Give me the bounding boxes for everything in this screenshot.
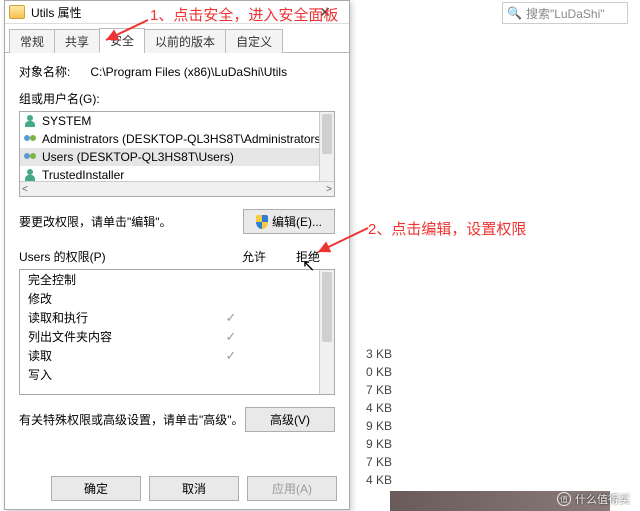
permission-row: 完全控制	[20, 270, 320, 289]
principals-scrollbar-horizontal[interactable]: <>	[20, 181, 334, 196]
search-icon: 🔍	[507, 6, 522, 20]
object-name-label: 对象名称:	[19, 63, 70, 80]
permission-row: 读取✓	[20, 346, 320, 365]
principals-listbox[interactable]: SYSTEMAdministrators (DESKTOP-QL3HS8T\Ad…	[19, 111, 335, 197]
group-icon	[24, 132, 38, 146]
perm-title: Users 的权限(P)	[19, 248, 227, 265]
ok-button[interactable]: 确定	[51, 476, 141, 501]
check-icon: ✓	[204, 329, 258, 345]
tab-以前的版本[interactable]: 以前的版本	[144, 29, 226, 53]
explorer-file-sizes: 3 KB0 KB7 KB4 KB9 KB9 KB7 KB4 KB	[352, 345, 392, 489]
check-icon: ✓	[204, 348, 258, 364]
tab-自定义[interactable]: 自定义	[225, 29, 283, 53]
shield-icon	[256, 215, 268, 229]
principal-item[interactable]: TrustedInstaller	[20, 166, 334, 182]
apply-button[interactable]: 应用(A)	[247, 476, 337, 501]
edit-button[interactable]: 编辑(E)...	[243, 209, 335, 234]
tab-共享[interactable]: 共享	[54, 29, 100, 53]
permission-row: 写入	[20, 365, 320, 384]
permission-row: 读取和执行✓	[20, 308, 320, 327]
advanced-hint: 有关特殊权限或高级设置，请单击"高级"。	[19, 411, 244, 428]
edit-hint: 要更改权限，请单击"编辑"。	[19, 213, 172, 230]
perm-allow-header: 允许	[227, 248, 281, 265]
properties-dialog: Utils 属性 ✕ 常规共享安全以前的版本自定义 对象名称: C:\Progr…	[4, 0, 350, 510]
search-placeholder: 搜索"LuDaShi"	[526, 5, 605, 22]
annotation-2: 2、点击编辑，设置权限	[368, 218, 526, 239]
perm-deny-header: 拒绝	[281, 248, 335, 265]
tabs-row: 常规共享安全以前的版本自定义	[5, 24, 349, 53]
tab-安全[interactable]: 安全	[99, 28, 145, 53]
permissions-scrollbar[interactable]	[319, 270, 334, 394]
permission-row: 列出文件夹内容✓	[20, 327, 320, 346]
advanced-button[interactable]: 高级(V)	[245, 407, 335, 432]
groups-label: 组或用户名(G):	[19, 90, 335, 107]
watermark: 值 什么值得买	[557, 491, 630, 507]
object-path: C:\Program Files (x86)\LuDaShi\Utils	[90, 65, 287, 79]
watermark-icon: 值	[557, 492, 571, 506]
annotation-1: 1、点击安全，进入安全面板	[150, 4, 338, 25]
folder-icon	[9, 5, 25, 19]
principals-scrollbar-vertical[interactable]	[319, 112, 334, 182]
explorer-search-box[interactable]: 🔍 搜索"LuDaShi"	[502, 2, 628, 24]
principal-item[interactable]: Users (DESKTOP-QL3HS8T\Users)	[20, 148, 334, 166]
permissions-listbox[interactable]: 完全控制修改读取和执行✓列出文件夹内容✓读取✓写入	[19, 269, 335, 395]
permission-row: 修改	[20, 289, 320, 308]
principal-item[interactable]: SYSTEM	[20, 112, 334, 130]
user-icon	[24, 114, 38, 128]
cancel-button[interactable]: 取消	[149, 476, 239, 501]
check-icon: ✓	[204, 310, 258, 326]
principal-item[interactable]: Administrators (DESKTOP-QL3HS8T\Administ…	[20, 130, 334, 148]
tab-常规[interactable]: 常规	[9, 29, 55, 53]
group-icon	[24, 150, 38, 164]
user-icon	[24, 168, 38, 182]
